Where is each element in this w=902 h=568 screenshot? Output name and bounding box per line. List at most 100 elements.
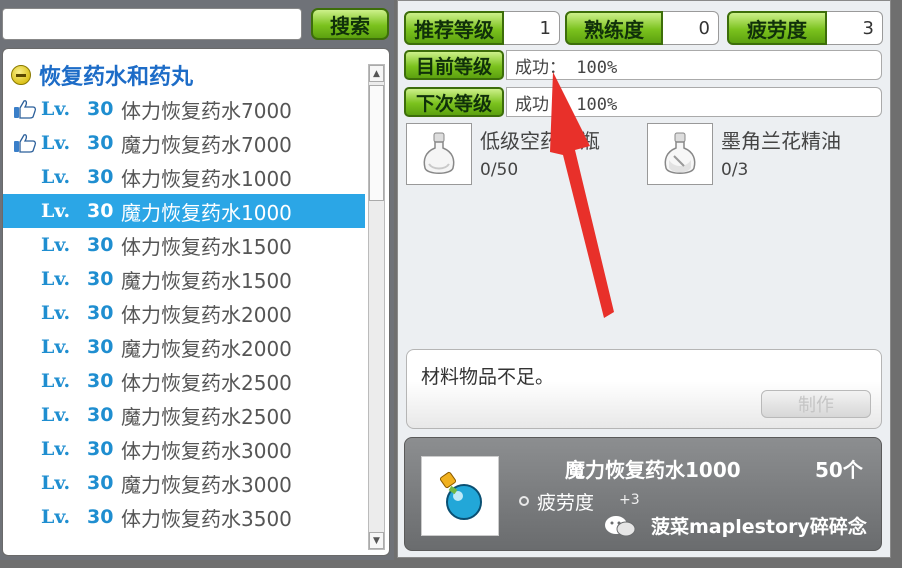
recommended-level-stat: 推荐等级 1 [404, 11, 560, 45]
category-label: 恢复药水和药丸 [39, 65, 194, 90]
scrollbar[interactable]: ▲ ▼ [368, 64, 385, 550]
recipe-row[interactable]: Lv. 30 体力恢复药水1000 [3, 160, 365, 194]
material-name: 墨角兰花精油 [721, 129, 841, 153]
recipe-row[interactable]: Lv. 30 魔力恢复药水1500 [3, 262, 365, 296]
recipe-level: 30 [87, 438, 114, 460]
recipe-row[interactable]: Lv. 30 魔力恢复药水1000 [3, 194, 365, 228]
recipe-name: 体力恢复药水3500 [121, 506, 292, 531]
recipe-lv-prefix: Lv. [41, 438, 71, 460]
recipe-name: 体力恢复药水2500 [121, 370, 292, 395]
recipe-level: 30 [87, 302, 114, 324]
material-count: 0/50 [480, 160, 519, 180]
recipe-level: 30 [87, 336, 114, 358]
recipe-row[interactable]: Lv. 30 魔力恢复药水7000 [3, 126, 365, 160]
material-count: 0/3 [721, 160, 749, 180]
recipe-name: 魔力恢复药水7000 [121, 132, 292, 157]
scroll-down-arrow-icon[interactable]: ▼ [369, 532, 384, 549]
material-item[interactable]: 低级空药水瓶 0/50 [406, 123, 600, 185]
thumbs-up-icon [13, 99, 37, 119]
recipe-level: 30 [87, 506, 114, 528]
proficiency-label: 熟练度 [565, 11, 663, 45]
oil-flask-icon[interactable] [647, 123, 713, 185]
recipe-level: 30 [87, 404, 114, 426]
fatigue-stat: 疲劳度 3 [727, 11, 883, 45]
current-level-success: 成功： 100% [506, 50, 882, 80]
collapse-icon[interactable] [11, 65, 31, 85]
search-input[interactable] [2, 8, 302, 40]
result-fatigue-value: +3 [619, 492, 640, 508]
result-fatigue-label: 疲劳度 [537, 492, 595, 514]
recipe-lv-prefix: Lv. [41, 404, 71, 426]
thumbs-up-icon [13, 133, 37, 153]
recipe-name: 体力恢复药水7000 [121, 98, 292, 123]
recipe-lv-prefix: Lv. [41, 506, 71, 528]
recipe-name: 体力恢复药水2000 [121, 302, 292, 327]
recipe-row[interactable]: Lv. 30 体力恢复药水1500 [3, 228, 365, 262]
next-level-label: 下次等级 [404, 87, 504, 117]
current-level-label: 目前等级 [404, 50, 504, 80]
material-info: 墨角兰花精油 0/3 [721, 123, 841, 185]
craft-button[interactable]: 制作 [761, 390, 871, 418]
recipe-list: 恢复药水和药丸 Lv. 30 体力恢复药水7000 Lv. 30 魔力恢复药水7000 Lv… [2, 48, 390, 556]
empty-flask-icon[interactable] [406, 123, 472, 185]
recipe-lv-prefix: Lv. [41, 472, 71, 494]
proficiency-value: 0 [663, 11, 719, 45]
recipe-level: 30 [87, 234, 114, 256]
recipe-row[interactable]: Lv. 30 体力恢复药水3000 [3, 432, 365, 466]
recipe-name: 魔力恢复药水2000 [121, 336, 292, 361]
recipe-lv-prefix: Lv. [41, 370, 71, 392]
recipe-row[interactable]: Lv. 30 体力恢复药水3500 [3, 500, 365, 534]
recipe-lv-prefix: Lv. [41, 98, 71, 120]
result-quantity: 50个 [815, 458, 863, 482]
recipe-name: 魔力恢复药水2500 [121, 404, 292, 429]
fatigue-value: 3 [827, 11, 883, 45]
recipe-level: 30 [87, 370, 114, 392]
message-text: 材料物品不足。 [421, 366, 555, 388]
recipe-items: Lv. 30 体力恢复药水7000 Lv. 30 魔力恢复药水7000 Lv. 30 体力恢复药… [3, 92, 365, 534]
message-box: 材料物品不足。 制作 [406, 349, 882, 429]
next-level-row: 下次等级 成功： 100% [404, 87, 882, 117]
recipe-row[interactable]: Lv. 30 魔力恢复药水3000 [3, 466, 365, 500]
recipe-lv-prefix: Lv. [41, 132, 71, 154]
recipe-level: 30 [87, 472, 114, 494]
recipe-level: 30 [87, 200, 114, 222]
recipe-row[interactable]: Lv. 30 体力恢复药水7000 [3, 92, 365, 126]
bullet-icon [519, 496, 529, 506]
current-level-row: 目前等级 成功： 100% [404, 50, 882, 80]
wechat-icon [605, 516, 636, 537]
recipe-name: 体力恢复药水1000 [121, 166, 292, 191]
scroll-thumb[interactable] [369, 85, 384, 201]
material-item[interactable]: 墨角兰花精油 0/3 [647, 123, 841, 185]
recipe-row[interactable]: Lv. 30 魔力恢复药水2500 [3, 398, 365, 432]
recipe-lv-prefix: Lv. [41, 234, 71, 256]
recipe-name: 体力恢复药水3000 [121, 438, 292, 463]
recipe-lv-prefix: Lv. [41, 336, 71, 358]
recipe-level: 30 [87, 166, 114, 188]
recipe-level: 30 [87, 268, 114, 290]
search-button[interactable]: 搜索 [311, 8, 389, 40]
recipe-row[interactable]: Lv. 30 体力恢复药水2500 [3, 364, 365, 398]
recipe-name: 魔力恢复药水1000 [121, 200, 292, 225]
recipe-lv-prefix: Lv. [41, 268, 71, 290]
next-level-success: 成功： 100% [506, 87, 882, 117]
recipe-lv-prefix: Lv. [41, 166, 71, 188]
material-info: 低级空药水瓶 0/50 [480, 123, 600, 185]
mana-potion-icon[interactable] [421, 456, 499, 536]
result-name: 魔力恢复药水1000 [565, 458, 741, 482]
recipe-list-panel: 搜索 恢复药水和药丸 Lv. 30 体力恢复药水7000 Lv. 30 魔力恢复药水700… [0, 0, 394, 560]
recipe-lv-prefix: Lv. [41, 200, 71, 222]
recipe-name: 体力恢复药水1500 [121, 234, 292, 259]
recipe-level: 30 [87, 98, 114, 120]
material-name: 低级空药水瓶 [480, 129, 600, 153]
recipe-name: 魔力恢复药水3000 [121, 472, 292, 497]
recipe-level: 30 [87, 132, 114, 154]
recommended-level-label: 推荐等级 [404, 11, 504, 45]
recipe-row[interactable]: Lv. 30 体力恢复药水2000 [3, 296, 365, 330]
category-header[interactable]: 恢复药水和药丸 [11, 61, 194, 90]
proficiency-stat: 熟练度 0 [565, 11, 719, 45]
scroll-up-arrow-icon[interactable]: ▲ [369, 65, 384, 82]
fatigue-label: 疲劳度 [727, 11, 827, 45]
recipe-row[interactable]: Lv. 30 魔力恢复药水2000 [3, 330, 365, 364]
result-box: 魔力恢复药水1000 50个 疲劳度 +3 菠菜maplestory碎碎念 [404, 437, 882, 551]
recipe-lv-prefix: Lv. [41, 302, 71, 324]
